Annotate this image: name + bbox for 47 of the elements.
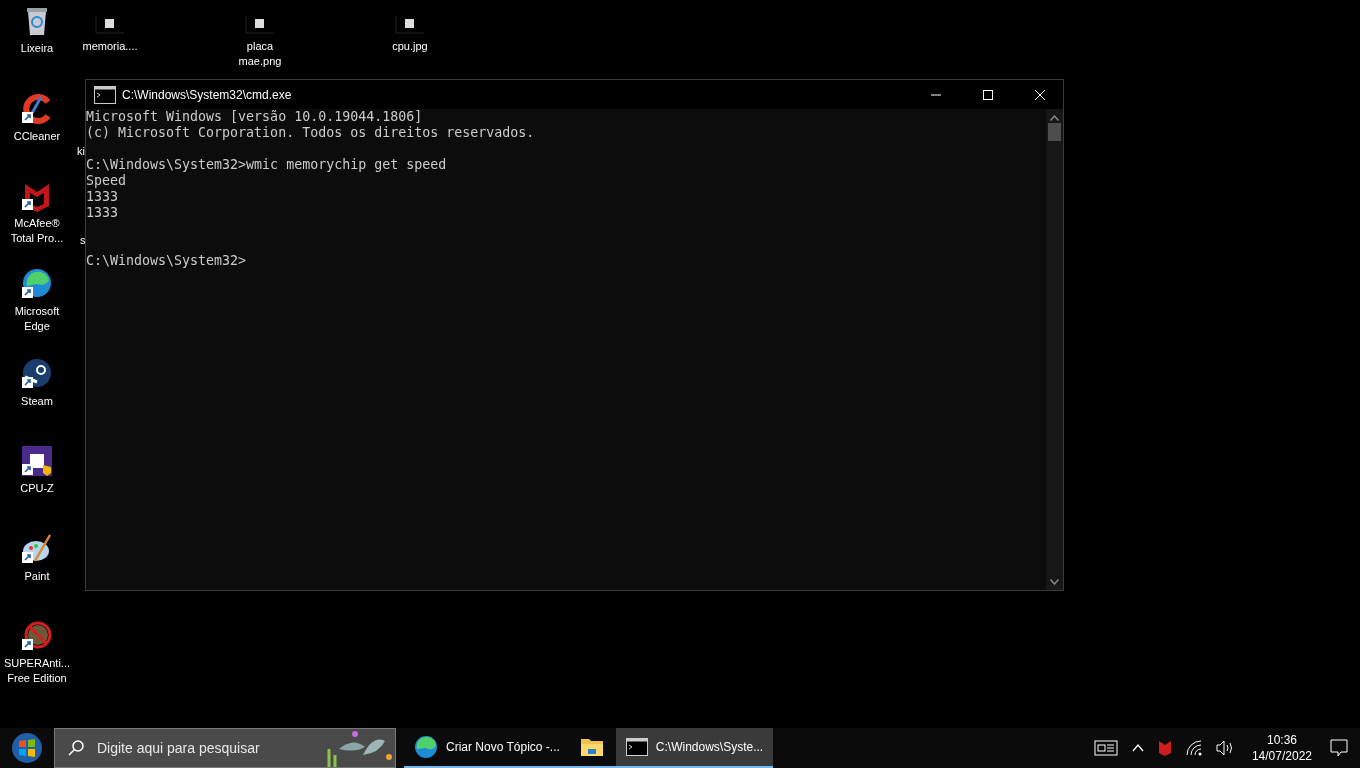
search-field[interactable]: Digite aqui para pesquisar — [54, 728, 396, 768]
scroll-down-icon[interactable] — [1050, 579, 1059, 585]
desktop-icon-label[interactable]: cpu.jpg — [392, 39, 428, 54]
edge-icon — [21, 268, 53, 300]
desktop-icon-label[interactable]: Paint — [24, 569, 50, 584]
desktop-icon-label[interactable]: SUPERAnti... Free Edition — [4, 656, 70, 686]
desktop-icon-label[interactable]: CPU-Z — [20, 481, 54, 496]
console-line: (c) Microsoft Corporation. Todos os direitos reservados. — [86, 125, 536, 141]
close-icon — [1035, 89, 1045, 100]
edge-icon — [414, 735, 438, 759]
scroll-up-icon[interactable] — [1050, 115, 1059, 121]
terminal-icon — [625, 738, 648, 756]
file-icon — [245, 15, 275, 35]
console-line: Microsoft Windows [versão 10.0.19044.1806] — [86, 109, 424, 125]
folder-icon — [579, 737, 604, 757]
file-icon — [95, 15, 125, 35]
console-line: C:\Windows\System32> — [86, 253, 248, 269]
desktop-icon-label[interactable]: CCleaner — [13, 129, 61, 144]
steam-icon — [21, 358, 53, 390]
file-icon — [395, 15, 425, 35]
desktop-icon-label[interactable]: McAfee® Total Pro... — [10, 216, 64, 246]
console-line: 1333 — [86, 205, 120, 221]
scroll-thumb[interactable] — [1048, 123, 1061, 141]
desktop-icon-label[interactable]: Microsoft Edge — [14, 304, 60, 334]
maximize-icon — [983, 89, 993, 100]
search-input[interactable]: Digite aqui para pesquisar — [95, 739, 315, 757]
console-line: C:\Windows\System32>wmic memorychip get speed — [86, 157, 448, 173]
chip-icon — [21, 445, 53, 477]
desktop-icon-label: s — [80, 234, 86, 246]
desktop-icon-label[interactable]: memoria.... — [82, 39, 138, 54]
desktop-icon-label: ki — [77, 145, 85, 157]
search-icon — [67, 739, 85, 757]
clock[interactable]: 10:36 14/07/2022 — [1245, 732, 1318, 764]
desktop-icon-label[interactable]: placa mae.png — [238, 39, 282, 69]
taskbar-button[interactable]: Criar Novo Tópico -... — [404, 728, 570, 768]
scrollbar[interactable] — [1046, 109, 1063, 590]
console-line: Speed — [86, 173, 128, 189]
prohibited-icon — [21, 620, 53, 652]
desktop-icon-label[interactable]: Lixeira — [20, 41, 54, 56]
taskbar-button[interactable]: C:\Windows\Syste... — [615, 728, 774, 768]
window-title: C:\Windows\System32\cmd.exe — [122, 87, 293, 102]
dolphins-drawing — [325, 729, 395, 767]
desktop-icon-label[interactable]: Steam — [21, 394, 53, 409]
terminal-icon — [94, 85, 116, 104]
console-line: 1333 — [86, 189, 120, 205]
palette-icon — [21, 533, 53, 565]
ccleaner-icon — [21, 93, 53, 125]
